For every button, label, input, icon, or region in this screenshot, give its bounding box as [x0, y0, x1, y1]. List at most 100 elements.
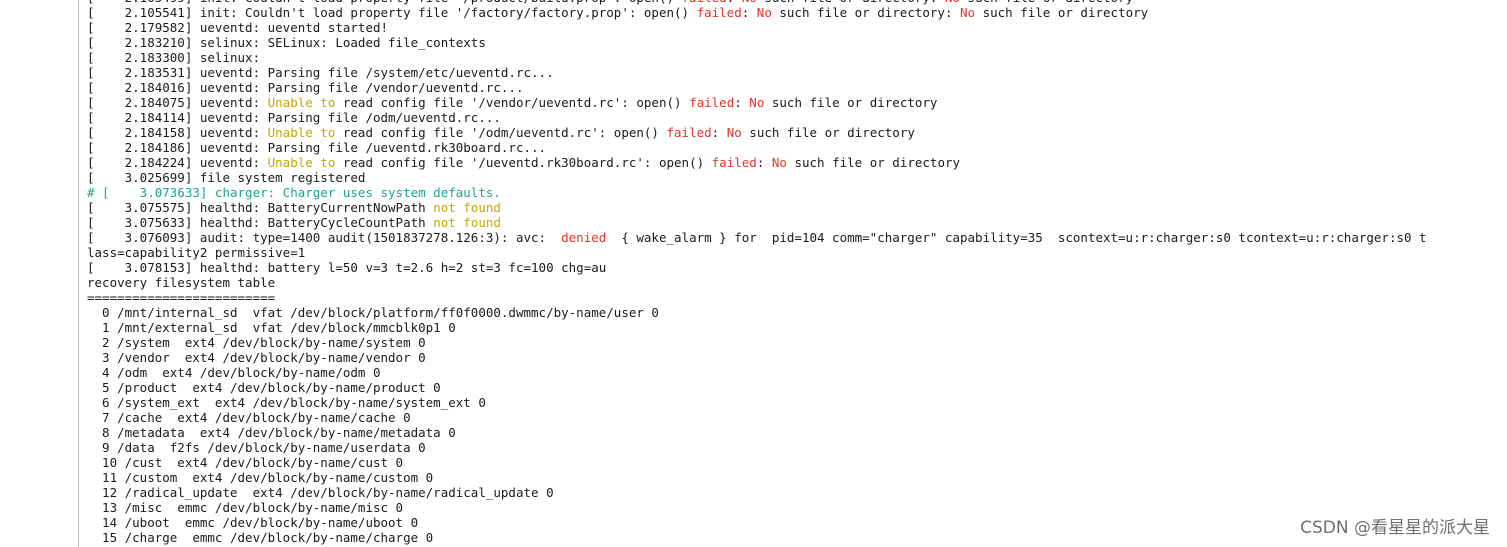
console-line: 4 /odm ext4 /dev/block/by-name/odm 0 — [87, 365, 1507, 380]
console-segment: 1 /mnt/external_sd vfat /dev/block/mmcbl… — [87, 320, 456, 335]
console-segment: such file or directory — [741, 125, 915, 140]
console-segment: 10 /cust ext4 /dev/block/by-name/cust 0 — [87, 455, 404, 470]
console-segment: [ 2.183531] ueventd: Parsing file /syste… — [87, 65, 554, 80]
console-line: [ 3.078153] healthd: battery l=50 v=3 t=… — [87, 260, 1507, 275]
console-segment: not found — [433, 200, 501, 215]
console-segment: failed — [689, 95, 735, 110]
console-segment: : — [734, 95, 750, 110]
console-segment: recovery filesystem table — [87, 275, 276, 290]
console-line: 1 /mnt/external_sd vfat /dev/block/mmcbl… — [87, 320, 1507, 335]
console-line: 9 /data f2fs /dev/block/by-name/userdata… — [87, 440, 1507, 455]
console-segment: failed — [666, 125, 712, 140]
console-segment: [ 3.076093] audit: type=1400 audit(15018… — [87, 230, 562, 245]
console-segment: not found — [433, 215, 501, 230]
console-line: 7 /cache ext4 /dev/block/by-name/cache 0 — [87, 410, 1507, 425]
console-segment: read config file '/odm/ueventd.rc': open… — [335, 125, 667, 140]
console-line: 11 /custom ext4 /dev/block/by-name/custo… — [87, 470, 1507, 485]
console-segment: [ 2.184224] ueventd: — [87, 155, 268, 170]
console-segment: [ 2.184075] ueventd: — [87, 95, 268, 110]
console-segment: 6 /system_ext ext4 /dev/block/by-name/sy… — [87, 395, 486, 410]
console-segment: denied — [561, 230, 607, 245]
left-gutter — [0, 0, 78, 547]
console-segment: No — [756, 5, 772, 20]
console-line: [ 2.179582] ueventd: ueventd started! — [87, 20, 1507, 35]
console-line: [ 2.105541] init: Couldn't load property… — [87, 5, 1507, 20]
console-segment: [ 3.078153] healthd: battery l=50 v=3 t=… — [87, 260, 607, 275]
csdn-watermark: CSDN @看星星的派大星 — [1300, 518, 1490, 538]
console-segment: 13 /misc emmc /dev/block/by-name/misc 0 — [87, 500, 404, 515]
console-line: [ 3.076093] audit: type=1400 audit(15018… — [87, 230, 1507, 245]
console-segment: lass=capability2 permissive=1 — [87, 245, 306, 260]
console-segment: [ 2.183300] selinux: — [87, 50, 261, 65]
console-segment: 7 /cache ext4 /dev/block/by-name/cache 0 — [87, 410, 411, 425]
console-line: [ 2.184114] ueventd: Parsing file /odm/u… — [87, 110, 1507, 125]
console-segment: ========================= — [87, 290, 276, 305]
console-line: 14 /uboot emmc /dev/block/by-name/uboot … — [87, 515, 1507, 530]
console-line: [ 2.184224] ueventd: Unable to read conf… — [87, 155, 1507, 170]
console-segment: such file or directory: — [771, 5, 961, 20]
console-segment: Unable to — [267, 95, 336, 110]
console-line: [ 2.183531] ueventd: Parsing file /syste… — [87, 65, 1507, 80]
console-segment: [ 2.183210] selinux: SELinux: Loaded fil… — [87, 35, 486, 50]
console-segment: 11 /custom ext4 /dev/block/by-name/custo… — [87, 470, 434, 485]
console-segment: [ 3.075575] healthd: BatteryCurrentNowPa… — [87, 200, 434, 215]
console-line: [ 3.075633] healthd: BatteryCycleCountPa… — [87, 215, 1507, 230]
console-segment: [ 3.025699] file system registered — [87, 170, 366, 185]
console-segment: 0 /mnt/internal_sd vfat /dev/block/platf… — [87, 305, 659, 320]
console-line: 13 /misc emmc /dev/block/by-name/misc 0 — [87, 500, 1507, 515]
console-segment: 3 /vendor ext4 /dev/block/by-name/vendor… — [87, 350, 426, 365]
console-segment: such file or directory — [786, 155, 961, 170]
console-line: lass=capability2 permissive=1 — [87, 245, 1507, 260]
console-segment: { wake_alarm } for pid=104 comm="charger… — [606, 230, 1427, 245]
console-line: [ 2.184158] ueventd: Unable to read conf… — [87, 125, 1507, 140]
console-segment: read config file '/ueventd.rk30board.rc'… — [335, 155, 712, 170]
console-line: 8 /metadata ext4 /dev/block/by-name/meta… — [87, 425, 1507, 440]
console-segment: [ 3.075633] healthd: BatteryCycleCountPa… — [87, 215, 434, 230]
console-line: 5 /product ext4 /dev/block/by-name/produ… — [87, 380, 1507, 395]
console-segment: : — [756, 155, 772, 170]
console-segment: 14 /uboot emmc /dev/block/by-name/uboot … — [87, 515, 419, 530]
console-line: [ 2.184016] ueventd: Parsing file /vendo… — [87, 80, 1507, 95]
console-line: [ 3.025699] file system registered — [87, 170, 1507, 185]
console-segment: [ 2.184186] ueventd: Parsing file /ueven… — [87, 140, 547, 155]
console-line: ========================= — [87, 290, 1507, 305]
console-segment: # [ 3.073633] charger: Charger uses syst… — [87, 185, 501, 200]
gutter-divider — [78, 0, 79, 547]
console-line: [ 2.183300] selinux: — [87, 50, 1507, 65]
console-segment: 5 /product ext4 /dev/block/by-name/produ… — [87, 380, 441, 395]
console-line: [ 3.075575] healthd: BatteryCurrentNowPa… — [87, 200, 1507, 215]
console-output: [ 2.105499] init: Couldn't load property… — [87, 0, 1507, 547]
console-segment: read config file '/vendor/ueventd.rc': o… — [335, 95, 690, 110]
console-segment: [ 2.184158] ueventd: — [87, 125, 268, 140]
console-line: recovery filesystem table — [87, 275, 1507, 290]
console-segment: 12 /radical_update ext4 /dev/block/by-na… — [87, 485, 554, 500]
console-line: 10 /cust ext4 /dev/block/by-name/cust 0 — [87, 455, 1507, 470]
console-segment: Unable to — [267, 125, 336, 140]
console-segment: [ 2.105541] init: Couldn't load property… — [87, 5, 697, 20]
console-line: [ 2.183210] selinux: SELinux: Loaded fil… — [87, 35, 1507, 50]
console-segment: [ 2.179582] ueventd: ueventd started! — [87, 20, 389, 35]
console-segment: 15 /charge emmc /dev/block/by-name/charg… — [87, 530, 434, 545]
console-segment: [ 2.184016] ueventd: Parsing file /vendo… — [87, 80, 524, 95]
console-line: # [ 3.073633] charger: Charger uses syst… — [87, 185, 1507, 200]
console-line: 3 /vendor ext4 /dev/block/by-name/vendor… — [87, 350, 1507, 365]
console-segment: No — [726, 125, 742, 140]
console-segment: such file or directory — [975, 5, 1149, 20]
console-segment: such file or directory — [764, 95, 938, 110]
console-line: [ 2.184075] ueventd: Unable to read conf… — [87, 95, 1507, 110]
console-segment: 2 /system ext4 /dev/block/by-name/system… — [87, 335, 426, 350]
console-line: 2 /system ext4 /dev/block/by-name/system… — [87, 335, 1507, 350]
console-segment: No — [771, 155, 787, 170]
console-segment: 4 /odm ext4 /dev/block/by-name/odm 0 — [87, 365, 381, 380]
console-segment: failed — [711, 155, 757, 170]
console-segment: No — [960, 5, 976, 20]
console-line: [ 2.184186] ueventd: Parsing file /ueven… — [87, 140, 1507, 155]
console-segment: 8 /metadata ext4 /dev/block/by-name/meta… — [87, 425, 456, 440]
console-segment: 9 /data f2fs /dev/block/by-name/userdata… — [87, 440, 426, 455]
console-segment: No — [749, 95, 765, 110]
console-line: 12 /radical_update ext4 /dev/block/by-na… — [87, 485, 1507, 500]
console-line: 15 /charge emmc /dev/block/by-name/charg… — [87, 530, 1507, 545]
console-segment: : — [711, 125, 727, 140]
console-segment: Unable to — [267, 155, 336, 170]
console-line: 6 /system_ext ext4 /dev/block/by-name/sy… — [87, 395, 1507, 410]
